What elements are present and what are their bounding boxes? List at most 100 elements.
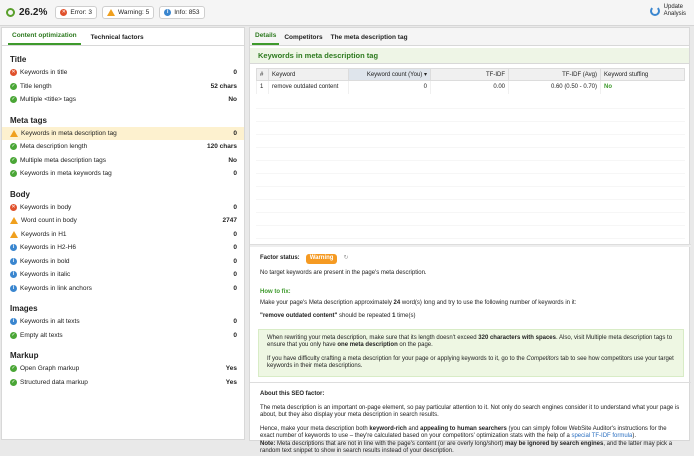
about-factor: About this SEO factor: The meta descript… xyxy=(250,382,691,456)
col-keyword[interactable]: Keyword xyxy=(268,68,349,81)
col-keyword-count[interactable]: Keyword count (You) ▾ xyxy=(348,68,431,81)
info-count: Info: 853 xyxy=(174,9,200,16)
check-icon: ✓ xyxy=(10,82,17,90)
factor-value: Yes xyxy=(225,378,237,386)
tab-details[interactable]: Details xyxy=(252,32,280,45)
table-header-row: # Keyword Keyword count (You) ▾ TF-IDF T… xyxy=(256,68,685,81)
factor-row[interactable]: ✓ Open Graph markup Yes xyxy=(2,362,244,376)
error-count-button[interactable]: ✕ Error: 3 xyxy=(55,6,98,19)
error-icon: ✕ xyxy=(60,9,68,16)
details-heading: Keywords in meta description tag xyxy=(250,48,689,64)
factor-label: Keywords in H2-H6 xyxy=(20,244,76,252)
warning-icon xyxy=(10,230,18,238)
factor-status-text: No target keywords are present in the pa… xyxy=(260,269,427,276)
kw-text-d: time(s) xyxy=(395,313,416,319)
check-icon: ✓ xyxy=(10,365,17,373)
factor-row[interactable]: ✓ Structured data markup Yes xyxy=(2,376,244,390)
score-indicator: 26.2% xyxy=(6,7,47,18)
factor-value: 0 xyxy=(233,271,237,279)
update-label-2: Analysis xyxy=(663,11,686,17)
tab-competitors[interactable]: Competitors xyxy=(281,34,325,45)
section-title: Meta tags xyxy=(10,115,47,125)
how-to-fix-text: Make your page's Meta description approx… xyxy=(260,300,685,308)
factor-status-label: Factor status: xyxy=(260,255,300,261)
factor-row[interactable]: ✓ Meta description length 120 chars xyxy=(2,140,244,154)
factor-row[interactable]: i Keywords in link anchors 0 xyxy=(2,282,244,296)
warning-icon xyxy=(10,217,18,225)
update-analysis-button[interactable]: Update Analysis xyxy=(649,4,686,18)
fix-text-c: word(s) long and try to use the followin… xyxy=(400,299,577,306)
cell-keyword-count: 0 xyxy=(348,80,431,94)
factor-value: No xyxy=(228,156,237,164)
col-number[interactable]: # xyxy=(256,68,269,81)
score-ring-icon xyxy=(6,8,15,17)
section-title: Body xyxy=(10,189,30,199)
error-count: Error: 3 xyxy=(70,9,93,16)
factor-label: Word count in body xyxy=(21,217,77,225)
top-toolbar: 26.2% ✕ Error: 3 Warning: 5 i Info: 853 Up… xyxy=(0,0,694,26)
info-icon: i xyxy=(10,271,17,279)
tab-content-optimization[interactable]: Content optimization xyxy=(8,32,81,45)
factor-row[interactable]: ✓ Keywords in meta keywords tag 0 xyxy=(2,167,244,181)
error-icon: ✕ xyxy=(10,203,17,211)
cell-tfidf-avg: 0.60 (0.50 - 0.70) xyxy=(508,80,601,94)
table-background xyxy=(256,96,685,241)
about2-c: and xyxy=(406,425,421,432)
fix-tip-box: When rewriting your meta description, ma… xyxy=(258,328,684,377)
fix-text-a: Make your page's Meta description approx… xyxy=(260,299,394,306)
factor-label: Keywords in H1 xyxy=(21,230,67,238)
factor-row[interactable]: ✕ Keywords in body 0 xyxy=(2,201,244,215)
tab-technical-factors[interactable]: Technical factors xyxy=(87,34,148,45)
error-icon: ✕ xyxy=(10,69,17,77)
factor-row[interactable]: i Keywords in bold 0 xyxy=(2,255,244,269)
table-row[interactable]: 1 remove outdated content 0 0.00 0.60 (0… xyxy=(256,80,685,94)
sort-down-icon: ▾ xyxy=(423,72,427,78)
note-c: may be ignored by search engines xyxy=(504,440,604,447)
tab-meta-description[interactable]: The meta description tag xyxy=(328,34,411,45)
factor-row[interactable]: i Keywords in italic 0 xyxy=(2,268,244,282)
factor-label: Keywords in link anchors xyxy=(20,284,92,292)
note-a: Note: xyxy=(260,440,276,447)
tip1-a: When rewriting your meta description, ma… xyxy=(267,334,479,341)
factor-row[interactable]: ✓ Title length 52 chars xyxy=(2,80,244,94)
factor-row[interactable]: ✕ Keywords in title 0 xyxy=(2,66,244,80)
factor-row[interactable]: ✓ Empty alt texts 0 xyxy=(2,329,244,343)
factor-row[interactable]: i Keywords in H2-H6 0 xyxy=(2,241,244,255)
recheck-icon[interactable]: ↻ xyxy=(343,255,348,263)
check-icon: ✓ xyxy=(10,96,17,104)
factor-row[interactable]: ✓ Multiple <title> tags No xyxy=(2,93,244,107)
warning-count-button[interactable]: Warning: 5 xyxy=(102,6,155,19)
factor-label: Multiple <title> tags xyxy=(20,96,77,104)
tfidf-formula-link[interactable]: special TF-IDF formula xyxy=(571,433,632,439)
factor-row[interactable]: Word count in body 2747 xyxy=(2,214,244,228)
factor-value: 0 xyxy=(233,230,237,238)
panel-splitter[interactable] xyxy=(250,244,691,247)
check-icon: ✓ xyxy=(10,156,17,164)
col-keyword-count-label: Keyword count (You) xyxy=(366,72,423,78)
warning-badge: Warning xyxy=(305,254,338,264)
section-title: Markup xyxy=(10,351,39,360)
info-icon: i xyxy=(10,284,17,292)
check-icon: ✓ xyxy=(10,378,17,386)
col-keyword-stuffing[interactable]: Keyword stuffing xyxy=(600,68,685,81)
details-panel: Details Competitors The meta description… xyxy=(249,27,691,454)
score-value: 26.2% xyxy=(19,7,48,18)
factor-value: 0 xyxy=(233,257,237,265)
info-count-button[interactable]: i Info: 853 xyxy=(159,6,205,19)
col-tfidf[interactable]: TF-IDF xyxy=(430,68,509,81)
col-tfidf-avg[interactable]: TF-IDF (Avg) xyxy=(508,68,601,81)
cell-tfidf: 0.00 xyxy=(430,80,509,94)
cell-number: 1 xyxy=(256,80,269,94)
factor-row[interactable]: ✓ Multiple meta description tags No xyxy=(2,154,244,168)
tip1-d: one meta description xyxy=(337,342,398,348)
factor-row[interactable]: Keywords in meta description tag 0 xyxy=(2,126,244,140)
refresh-icon xyxy=(649,6,660,16)
factor-details: Factor status: Warning ↻ No target keyword… xyxy=(258,254,685,377)
factor-value: 0 xyxy=(233,244,237,252)
factor-row[interactable]: Keywords in H1 0 xyxy=(2,228,244,242)
factor-value: 0 xyxy=(233,170,237,178)
about2-d: appealing to human searchers xyxy=(420,425,507,432)
warning-count: Warning: 5 xyxy=(118,9,150,16)
factor-row[interactable]: i Keywords in alt texts 0 xyxy=(2,315,244,329)
factor-label: Keywords in meta description tag xyxy=(21,129,117,137)
